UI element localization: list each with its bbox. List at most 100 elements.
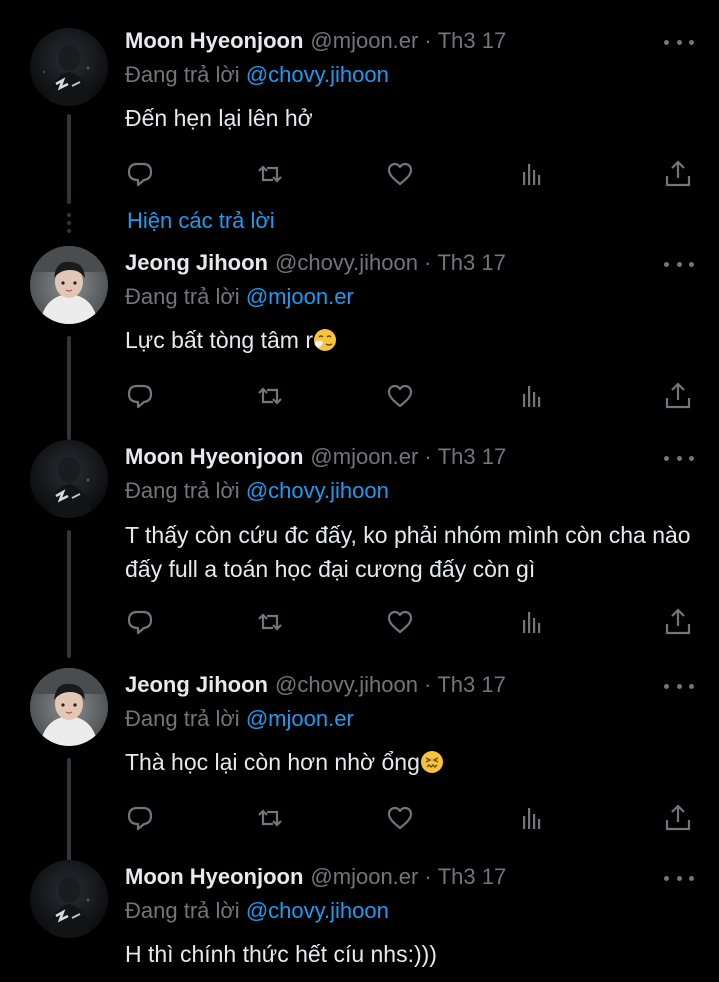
retweet-icon[interactable] <box>254 158 286 190</box>
like-icon[interactable] <box>384 606 416 638</box>
tweet-header: Moon Hyeonjoon @mjoon.er · Th3 17 <box>125 28 506 58</box>
thread-line <box>67 530 71 658</box>
user-handle[interactable]: @chovy.jihoon <box>275 672 418 698</box>
tweet-text: Lực bất tòng tâm r <box>125 324 705 356</box>
more-options-icon[interactable] <box>664 870 694 886</box>
replying-to-label: Đang trả lời <box>125 898 240 923</box>
avatar-moon <box>30 440 108 518</box>
tweet-text: T thấy còn cứu đc đấy, ko phải nhóm mình… <box>125 518 710 586</box>
display-name[interactable]: Moon Hyeonjoon <box>125 444 303 470</box>
reply-mention[interactable]: @chovy.jihoon <box>246 898 389 923</box>
reply-mention[interactable]: @mjoon.er <box>246 706 354 731</box>
replying-to: Đang trả lời @mjoon.er <box>125 284 354 310</box>
like-icon[interactable] <box>384 380 416 412</box>
thread-line <box>67 758 71 866</box>
tweet-header: Jeong Jihoon @chovy.jihoon · Th3 17 <box>125 672 506 702</box>
user-handle[interactable]: @mjoon.er <box>310 444 418 470</box>
replying-to: Đang trả lời @mjoon.er <box>125 706 354 732</box>
like-icon[interactable] <box>384 158 416 190</box>
date-separator: · <box>424 444 432 469</box>
tweet-text: Đến hẹn lại lên hở <box>125 102 705 134</box>
avatar[interactable] <box>30 440 108 518</box>
tweet-date[interactable]: Th3 17 <box>438 28 507 54</box>
tweet-header: Moon Hyeonjoon @mjoon.er · Th3 17 <box>125 864 506 894</box>
thread-gap-dots <box>67 213 71 237</box>
reply-mention[interactable]: @chovy.jihoon <box>246 478 389 503</box>
share-icon[interactable] <box>662 606 694 638</box>
tweet-date[interactable]: Th3 17 <box>437 250 506 276</box>
reply-mention[interactable]: @chovy.jihoon <box>246 62 389 87</box>
tweet-text-content: Lực bất tòng tâm r <box>125 327 313 353</box>
tweet-text-content: Đến hẹn lại lên hở <box>125 105 313 131</box>
avatar-moon <box>30 860 108 938</box>
like-icon[interactable] <box>384 802 416 834</box>
more-options-icon[interactable] <box>664 678 694 694</box>
views-icon[interactable] <box>516 380 548 412</box>
share-icon[interactable] <box>662 158 694 190</box>
replying-to: Đang trả lời @chovy.jihoon <box>125 62 389 88</box>
reply-mention[interactable]: @mjoon.er <box>246 284 354 309</box>
display-name[interactable]: Moon Hyeonjoon <box>125 28 303 54</box>
action-bar <box>124 802 704 834</box>
retweet-icon[interactable] <box>254 380 286 412</box>
show-replies-link[interactable]: Hiện các trả lời <box>127 208 275 234</box>
tweet[interactable]: Jeong Jihoon @chovy.jihoon · Th3 17 Đang… <box>0 668 719 866</box>
tweet[interactable]: Moon Hyeonjoon @mjoon.er · Th3 17 Đang t… <box>0 28 719 228</box>
tweet-date[interactable]: Th3 17 <box>438 864 507 890</box>
avatar[interactable] <box>30 246 108 324</box>
tweet-date[interactable]: Th3 17 <box>437 672 506 698</box>
avatar[interactable] <box>30 28 108 106</box>
date-separator: · <box>424 672 432 697</box>
action-bar <box>124 606 704 638</box>
replying-to-label: Đang trả lời <box>125 706 240 731</box>
share-icon[interactable] <box>662 380 694 412</box>
display-name[interactable]: Moon Hyeonjoon <box>125 864 303 890</box>
user-handle[interactable]: @mjoon.er <box>310 864 418 890</box>
tweet-text-content: H thì chính thức hết cíu nhs:))) <box>125 941 437 967</box>
sneezing-face-emoji <box>314 329 336 351</box>
replying-to-label: Đang trả lời <box>125 62 240 87</box>
user-handle[interactable]: @chovy.jihoon <box>275 250 418 276</box>
date-separator: · <box>424 864 432 889</box>
tweet-header: Moon Hyeonjoon @mjoon.er · Th3 17 <box>125 444 506 474</box>
confounded-face-emoji <box>420 751 443 773</box>
thread-line <box>67 336 71 440</box>
more-options-icon[interactable] <box>664 450 694 466</box>
reply-icon[interactable] <box>124 158 156 190</box>
display-name[interactable]: Jeong Jihoon <box>125 250 268 276</box>
reply-icon[interactable] <box>124 606 156 638</box>
thread-line <box>67 114 71 204</box>
views-icon[interactable] <box>516 158 548 190</box>
replying-to: Đang trả lời @chovy.jihoon <box>125 478 389 504</box>
reply-icon[interactable] <box>124 380 156 412</box>
avatar[interactable] <box>30 860 108 938</box>
more-options-icon[interactable] <box>664 256 694 272</box>
tweet-text-content: Thà học lại còn hơn nhờ ổng <box>125 749 420 775</box>
avatar[interactable] <box>30 668 108 746</box>
tweet[interactable]: Moon Hyeonjoon @mjoon.er · Th3 17 Đang t… <box>0 860 719 982</box>
replying-to: Đang trả lời @chovy.jihoon <box>125 898 389 924</box>
views-icon[interactable] <box>516 802 548 834</box>
replying-to-label: Đang trả lời <box>125 478 240 503</box>
more-options-icon[interactable] <box>664 34 694 50</box>
avatar-jihoon <box>30 668 108 746</box>
tweet-date[interactable]: Th3 17 <box>438 444 507 470</box>
tweet-text-content: T thấy còn cứu đc đấy, ko phải nhóm mình… <box>125 522 691 582</box>
action-bar <box>124 380 704 412</box>
retweet-icon[interactable] <box>254 606 286 638</box>
tweet[interactable]: Moon Hyeonjoon @mjoon.er · Th3 17 Đang t… <box>0 440 719 659</box>
user-handle[interactable]: @mjoon.er <box>310 28 418 54</box>
tweet-header: Jeong Jihoon @chovy.jihoon · Th3 17 <box>125 250 506 280</box>
display-name[interactable]: Jeong Jihoon <box>125 672 268 698</box>
tweet-text: Thà học lại còn hơn nhờ ổng <box>125 746 705 778</box>
tweet[interactable]: Jeong Jihoon @chovy.jihoon · Th3 17 Đang… <box>0 246 719 440</box>
views-icon[interactable] <box>516 606 548 638</box>
date-separator: · <box>424 250 432 275</box>
share-icon[interactable] <box>662 802 694 834</box>
avatar-jihoon <box>30 246 108 324</box>
replying-to-label: Đang trả lời <box>125 284 240 309</box>
reply-icon[interactable] <box>124 802 156 834</box>
tweet-text: H thì chính thức hết cíu nhs:))) <box>125 938 705 970</box>
date-separator: · <box>424 28 432 53</box>
retweet-icon[interactable] <box>254 802 286 834</box>
